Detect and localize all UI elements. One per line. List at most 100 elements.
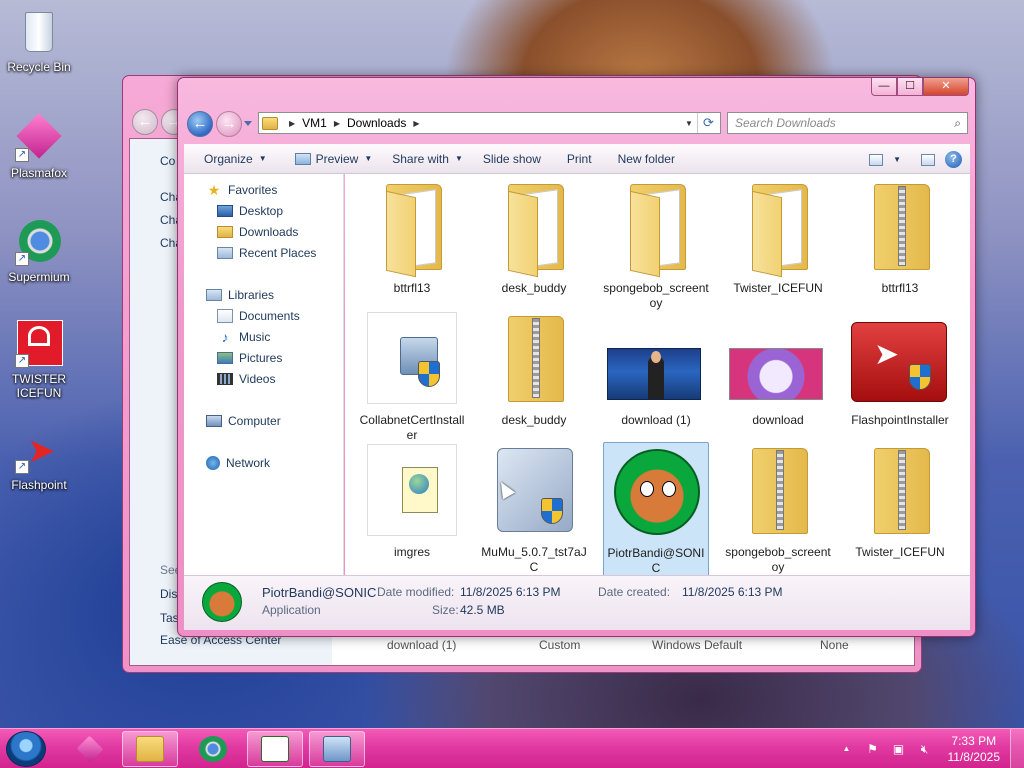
file-item[interactable]: ➤ FlashpointInstaller bbox=[847, 310, 953, 428]
taskbar-control-panel[interactable] bbox=[309, 731, 365, 767]
back-window-link[interactable]: Co bbox=[160, 154, 175, 168]
file-item[interactable]: spongebob_screentoy bbox=[725, 442, 831, 575]
nav-computer[interactable]: Computer bbox=[206, 414, 281, 428]
forward-arrow-icon[interactable]: → bbox=[216, 111, 242, 137]
nav-recent-places[interactable]: Recent Places bbox=[217, 246, 316, 260]
file-item[interactable]: desk_buddy bbox=[481, 310, 587, 428]
volume-muted-icon[interactable]: 🔇︎ bbox=[917, 742, 933, 756]
breadcrumb-separator-icon[interactable]: ▶ bbox=[334, 119, 340, 128]
breadcrumb-vm1[interactable]: VM1 bbox=[302, 116, 327, 130]
clock-date: 11/8/2025 bbox=[947, 750, 1001, 764]
refresh-icon[interactable]: ⟳ bbox=[697, 113, 719, 133]
file-item[interactable]: Twister_ICEFUN bbox=[847, 442, 953, 560]
nav-label: Libraries bbox=[228, 288, 275, 302]
nav-libraries[interactable]: Libraries bbox=[206, 288, 274, 302]
file-item[interactable]: CollabnetCertInstaller bbox=[359, 310, 465, 443]
nav-pictures[interactable]: Pictures bbox=[217, 351, 282, 365]
desktop-icon-supermium[interactable]: ↗ Supermium bbox=[0, 218, 78, 284]
details-file-type: Application bbox=[262, 603, 321, 617]
videos-icon bbox=[217, 373, 233, 385]
preview-pane-icon[interactable] bbox=[921, 153, 935, 166]
taskbar: ▲ ⚑ ▣ 🔇︎ 7:33 PM 11/8/2025 bbox=[0, 728, 1024, 768]
file-item[interactable]: desk_buddy bbox=[481, 178, 587, 296]
back-arrow-icon[interactable]: ← bbox=[187, 111, 213, 137]
file-name: bttrfl13 bbox=[393, 281, 431, 295]
clock[interactable]: 7:33 PM 11/8/2025 bbox=[948, 733, 1001, 765]
file-item[interactable]: download bbox=[725, 310, 831, 428]
explorer-window[interactable]: — ☐ ✕ ← → ▶ VM1 ▶ Downloads ▶ ▼ ⟳ Search… bbox=[177, 77, 976, 637]
file-item-selected[interactable]: PiotrBandi@SONIC bbox=[603, 442, 709, 575]
nav-desktop[interactable]: Desktop bbox=[217, 204, 283, 218]
breadcrumb-separator-icon[interactable]: ▶ bbox=[289, 119, 295, 128]
shortcut-arrow-icon: ↗ bbox=[15, 252, 29, 266]
taskbar-explorer[interactable] bbox=[122, 731, 178, 767]
size-label: Size: bbox=[432, 603, 459, 617]
desktop-icon-recycle-bin[interactable]: Recycle Bin bbox=[0, 8, 78, 74]
nav-label: Desktop bbox=[239, 204, 284, 218]
image-thumbnail bbox=[729, 348, 823, 400]
address-bar[interactable]: ▶ VM1 ▶ Downloads ▶ ▼ bbox=[258, 112, 721, 134]
organize-button[interactable]: Organize ▼ bbox=[184, 152, 277, 166]
chevron-down-icon: ▼ bbox=[364, 154, 373, 163]
zip-folder-icon bbox=[874, 184, 930, 270]
breadcrumb-downloads[interactable]: Downloads bbox=[347, 116, 406, 130]
desktop-icon-label: Supermium bbox=[8, 270, 70, 284]
back-window-link[interactable]: Tas bbox=[160, 611, 179, 625]
network-icon[interactable]: ▣ bbox=[891, 742, 907, 756]
nav-favorites[interactable]: ★ Favorites bbox=[206, 183, 278, 197]
file-name: PiotrBandi@SONIC bbox=[607, 546, 705, 575]
clock-time: 7:33 PM bbox=[951, 734, 997, 748]
webpage-icon bbox=[402, 467, 438, 513]
start-button[interactable] bbox=[6, 731, 46, 767]
address-history-dropdown-icon[interactable]: ▼ bbox=[682, 119, 696, 128]
plasmafox-icon bbox=[76, 735, 104, 763]
desktop-icon-plasmafox[interactable]: ↗ Plasmafox bbox=[0, 113, 78, 180]
desktop-icon-flashpoint[interactable]: ➤ ↗ Flashpoint bbox=[0, 426, 78, 492]
folder-icon bbox=[630, 184, 686, 278]
file-name: bttrfl13 bbox=[881, 281, 919, 295]
help-icon[interactable]: ? bbox=[945, 151, 962, 168]
file-item[interactable]: imgres bbox=[359, 442, 465, 560]
minimize-button[interactable]: — bbox=[871, 78, 897, 96]
breadcrumb-separator-icon[interactable]: ▶ bbox=[413, 119, 419, 128]
zip-folder-icon bbox=[874, 448, 930, 534]
action-center-flag-icon[interactable]: ⚑ bbox=[865, 742, 881, 756]
file-item[interactable]: bttrfl13 bbox=[359, 178, 465, 296]
recent-pages-dropdown-icon[interactable] bbox=[244, 121, 252, 126]
recycle-bin-icon bbox=[15, 8, 63, 56]
zip-folder-icon bbox=[752, 448, 808, 534]
share-with-button[interactable]: Share with ▼ bbox=[382, 152, 473, 166]
show-hidden-icons-icon[interactable]: ▲ bbox=[839, 742, 855, 756]
search-icon[interactable]: ⌕ bbox=[954, 113, 961, 133]
file-item[interactable]: download (1) bbox=[603, 310, 709, 428]
new-folder-button[interactable]: New folder bbox=[608, 152, 685, 166]
nav-music[interactable]: ♪ Music bbox=[217, 330, 271, 344]
file-item[interactable]: spongebob_screentoy bbox=[603, 178, 709, 311]
nav-videos[interactable]: Videos bbox=[217, 372, 275, 386]
computer-icon bbox=[206, 415, 222, 427]
search-input[interactable]: Search Downloads ⌕ bbox=[727, 112, 968, 134]
maximize-button[interactable]: ☐ bbox=[897, 78, 923, 96]
taskbar-plasmafox[interactable] bbox=[62, 731, 118, 767]
nav-documents[interactable]: Documents bbox=[217, 309, 300, 323]
change-view-icon[interactable] bbox=[869, 153, 884, 166]
taskbar-task-manager[interactable] bbox=[247, 731, 303, 767]
chevron-down-icon[interactable]: ▼ bbox=[893, 155, 901, 164]
slide-show-button[interactable]: Slide show bbox=[473, 152, 551, 166]
preview-button[interactable]: Preview ▼ bbox=[285, 152, 383, 166]
nav-label: Network bbox=[226, 456, 271, 470]
nav-downloads[interactable]: Downloads bbox=[217, 225, 298, 239]
back-window-back-button[interactable]: ← bbox=[132, 109, 158, 135]
recent-places-icon bbox=[217, 247, 233, 259]
file-item[interactable]: MuMu_5.0.7_tst7aJC bbox=[481, 442, 587, 575]
file-item[interactable]: Twister_ICEFUN bbox=[725, 178, 831, 296]
date-modified-value: 11/8/2025 6:13 PM bbox=[460, 585, 561, 599]
print-button[interactable]: Print bbox=[557, 152, 602, 166]
desktop-icon-twister-icefun[interactable]: ↗ TWISTER ICEFUN bbox=[0, 320, 78, 400]
taskbar-supermium[interactable] bbox=[185, 731, 241, 767]
show-desktop-button[interactable] bbox=[1010, 729, 1024, 768]
file-item[interactable]: bttrfl13 bbox=[847, 178, 953, 296]
close-button[interactable]: ✕ bbox=[923, 78, 969, 96]
nav-network[interactable]: Network bbox=[206, 456, 270, 470]
chevron-down-icon: ▼ bbox=[454, 154, 463, 163]
